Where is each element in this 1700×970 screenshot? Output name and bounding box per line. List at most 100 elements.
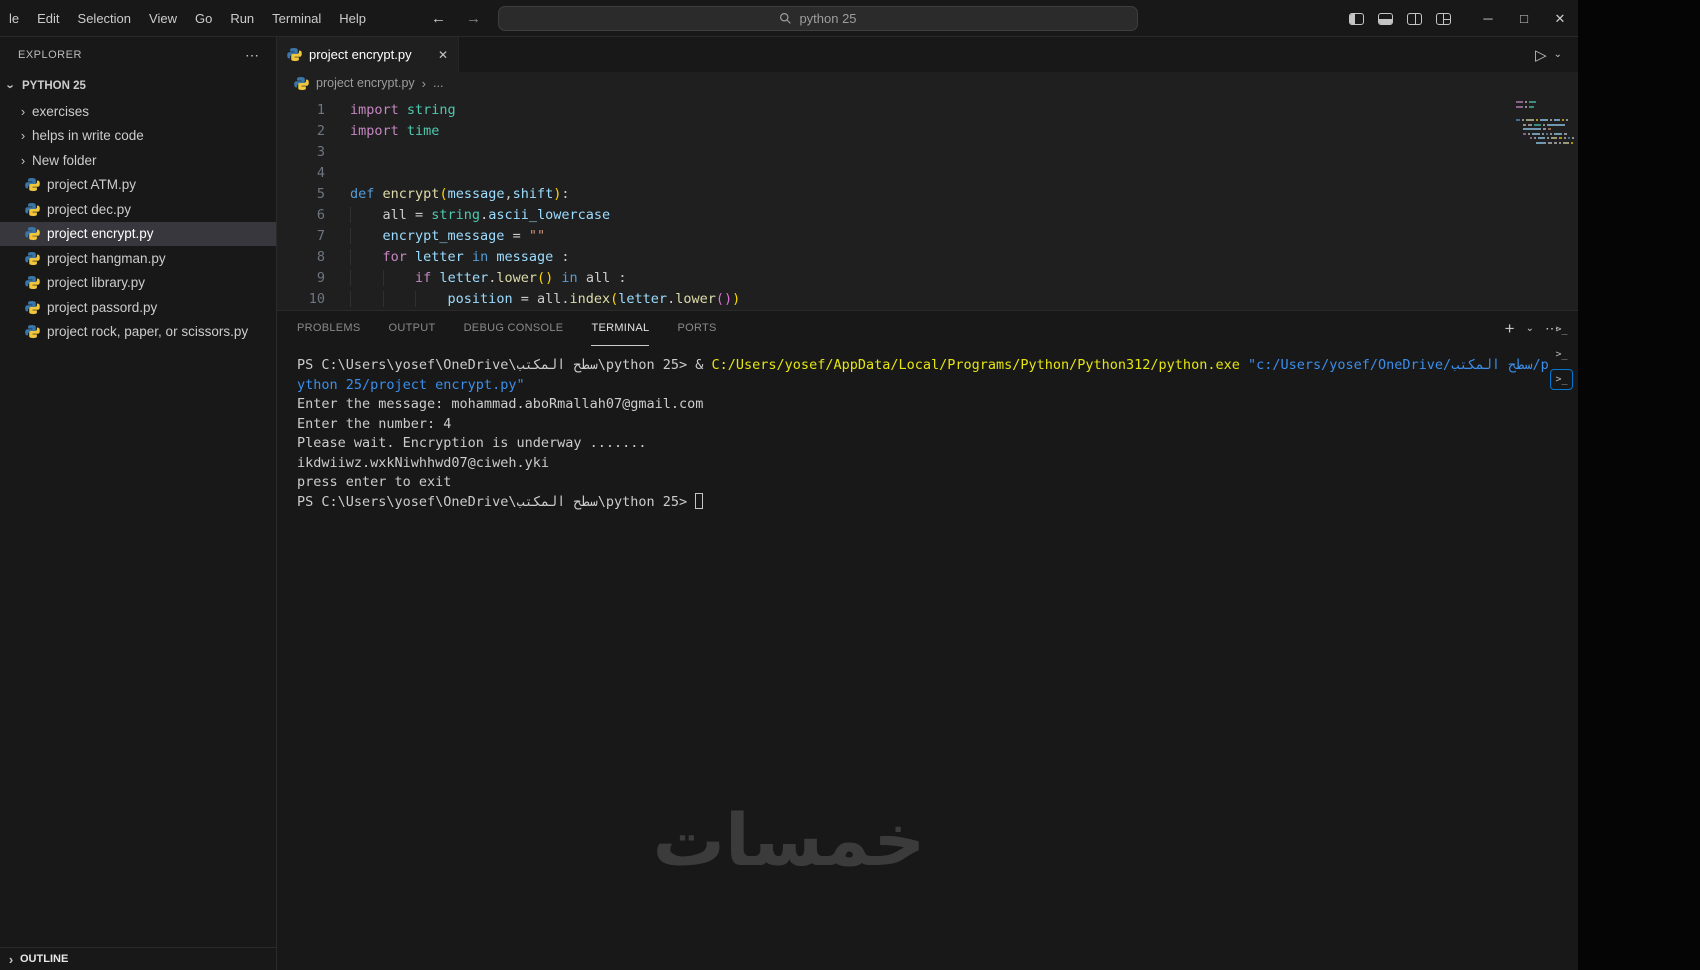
customize-layout-button[interactable] (1429, 0, 1458, 37)
file-item-project-library-py[interactable]: project library.py (0, 271, 276, 296)
workspace-section-header[interactable]: › PYTHON 25 (0, 73, 276, 99)
file-item-project-atm-py[interactable]: project ATM.py (0, 173, 276, 198)
code-line[interactable]: 5 def encrypt(message,shift): (277, 184, 1578, 205)
explorer-more-actions-icon[interactable]: ⋯ (245, 47, 260, 64)
panel-tabs: PROBLEMS OUTPUT DEBUG CONSOLE TERMINAL PORTS (297, 311, 745, 346)
terminal-line: Please wait. Encryption is underway ....… (297, 435, 647, 451)
panel-icon (1378, 12, 1393, 25)
menu-terminal[interactable]: Terminal (263, 11, 330, 26)
run-dropdown-icon[interactable]: ⌄ (1554, 49, 1562, 60)
code-editor[interactable]: 1 import string 2 import time 3 4 5 def encrypt… (277, 94, 1578, 310)
terminal-instance-icon[interactable]: >_ (1550, 319, 1573, 340)
history-nav: ← → (431, 10, 481, 27)
menu-view[interactable]: View (140, 11, 186, 26)
code-line[interactable]: 3 (277, 142, 1578, 163)
file-item-project-dec-py[interactable]: project dec.py (0, 197, 276, 222)
file-item-project-rock-paper-or-scissors-py[interactable]: project rock, paper, or scissors.py (0, 320, 276, 345)
code-line[interactable]: 1 import string (277, 100, 1578, 121)
python-icon (25, 300, 40, 315)
file-tree: › exercises › helps in write code › New folde… (0, 99, 276, 344)
code-line[interactable]: 10 position = all.index(letter.lower()) (277, 289, 1578, 310)
sidebar-right-icon (1407, 12, 1422, 25)
menu-selection[interactable]: Selection (69, 11, 140, 26)
code-line[interactable]: 2 import time (277, 121, 1578, 142)
panel-tab-terminal[interactable]: TERMINAL (591, 311, 650, 346)
outline-section-header[interactable]: › OUTLINE (0, 947, 276, 970)
forward-arrow-icon[interactable]: → (466, 10, 481, 27)
python-icon (25, 202, 40, 217)
titlebar: le Edit Selection View Go Run Terminal Help ← →… (0, 0, 1578, 37)
editor-tabbar: project encrypt.py ✕ ▷ ⌄ (277, 37, 1578, 72)
terminal-line: ython 25/project encrypt.py" (297, 376, 525, 393)
item-label: project library.py (47, 275, 146, 291)
close-button[interactable]: ✕ (1542, 0, 1578, 37)
code-line[interactable]: 8 for letter in message : (277, 247, 1578, 268)
code-text: if letter.lower() in all : (325, 268, 626, 289)
folder-item-helps-in-write-code[interactable]: › helps in write code (0, 124, 276, 149)
panel-tab-debug-console[interactable]: DEBUG CONSOLE (464, 311, 564, 346)
panel-tab-problems[interactable]: PROBLEMS (297, 311, 361, 346)
tab-project-encrypt-py[interactable]: project encrypt.py ✕ (277, 37, 459, 72)
maximize-button[interactable]: □ (1506, 0, 1542, 37)
terminal-instance-icon[interactable]: >_ (1550, 369, 1573, 390)
search-icon (780, 13, 792, 24)
panel-tab-ports[interactable]: PORTS (677, 311, 716, 346)
sidebar-left-icon (1349, 12, 1364, 25)
terminal-dropdown-icon[interactable]: ⌄ (1526, 323, 1534, 334)
menu-go[interactable]: Go (186, 11, 221, 26)
minimize-button[interactable]: ─ (1470, 0, 1506, 37)
terminal-instance-icon[interactable]: >_ (1550, 344, 1573, 365)
code-line[interactable]: 4 (277, 163, 1578, 184)
terminal-line: PS C:\Users\yosef\OneDrive\سطح المكتب\py… (297, 492, 1488, 513)
line-number: 9 (316, 270, 325, 286)
tab-label: project encrypt.py (309, 47, 412, 62)
back-arrow-icon[interactable]: ← (431, 10, 446, 27)
file-item-project-passord-py[interactable]: project passord.py (0, 295, 276, 320)
python-icon (25, 226, 40, 241)
breadcrumb-symbol-more[interactable]: ... (433, 76, 443, 90)
menu-bar: le Edit Selection View Go Run Terminal Help (0, 0, 375, 36)
window-controls: ─ □ ✕ (1342, 0, 1578, 37)
file-item-project-hangman-py[interactable]: project hangman.py (0, 246, 276, 271)
chevron-right-icon: › (20, 128, 26, 144)
toggle-panel-button[interactable] (1371, 0, 1400, 37)
terminal-line: Enter the number: 4 (297, 415, 452, 432)
search-text: python 25 (799, 11, 857, 26)
terminal-output[interactable]: PS C:\Users\yosef\OneDrive\سطح المكتب\py… (277, 346, 1578, 512)
panel-tab-output[interactable]: OUTPUT (389, 311, 436, 346)
python-icon (25, 275, 40, 290)
tab-close-icon[interactable]: ✕ (438, 48, 448, 62)
menu-help[interactable]: Help (330, 11, 375, 26)
folder-item-exercises[interactable]: › exercises (0, 99, 276, 124)
line-number: 3 (316, 144, 325, 160)
code-lines: 1 import string 2 import time 3 4 5 def encrypt… (277, 100, 1578, 310)
chevron-right-icon: › (8, 951, 14, 967)
item-label: New folder (32, 152, 97, 168)
code-line[interactable]: 6 all = string.ascii_lowercase (277, 205, 1578, 226)
toggle-primary-sidebar-button[interactable] (1342, 0, 1371, 37)
line-number: 2 (316, 123, 325, 139)
terminal-cursor (695, 492, 704, 509)
minimap[interactable] (1516, 101, 1574, 146)
terminal-line: press enter to exit (297, 474, 452, 490)
line-number: 10 (308, 291, 325, 307)
item-label: exercises (32, 103, 90, 119)
terminal-line: Enter the message: mohammad.aboRmallah07… (297, 396, 704, 412)
line-number: 5 (316, 186, 325, 202)
file-item-project-encrypt-py[interactable]: project encrypt.py (0, 221, 276, 246)
menu-edit[interactable]: Edit (28, 11, 68, 26)
folder-item-new-folder[interactable]: › New folder (0, 148, 276, 173)
breadcrumb-file[interactable]: project encrypt.py (316, 76, 415, 90)
item-label: project hangman.py (47, 250, 166, 266)
code-line[interactable]: 9 if letter.lower() in all : (277, 268, 1578, 289)
code-text: import string (350, 102, 456, 118)
menu-run[interactable]: Run (221, 11, 263, 26)
toggle-secondary-sidebar-button[interactable] (1400, 0, 1429, 37)
run-python-file-button[interactable]: ▷ (1535, 46, 1547, 64)
code-line[interactable]: 7 encrypt_message = "" (277, 226, 1578, 247)
command-center-search[interactable]: python 25 (498, 6, 1138, 31)
new-terminal-button[interactable]: + (1505, 319, 1515, 339)
menu-le[interactable]: le (0, 11, 28, 26)
python-icon (294, 76, 309, 91)
